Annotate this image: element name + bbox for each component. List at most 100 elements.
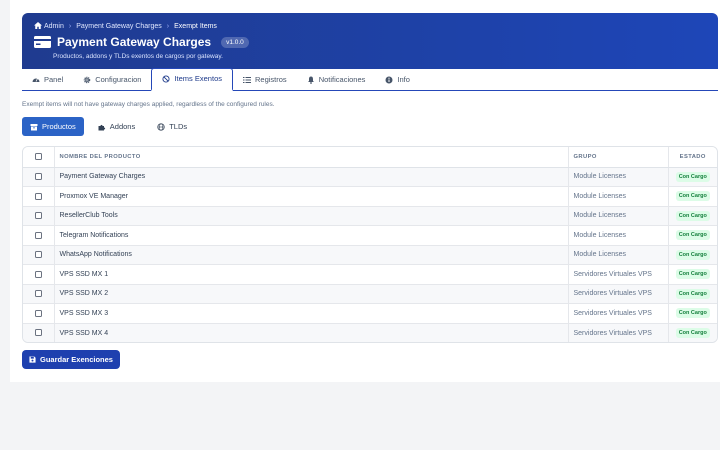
- version-badge: v1.0.0: [221, 36, 249, 48]
- table-row[interactable]: VPS SSD MX 1 Servidores Virtuales VPS Con …: [23, 264, 717, 285]
- table-row[interactable]: VPS SSD MX 3 Servidores Virtuales VPS Con …: [23, 303, 717, 324]
- table-row[interactable]: WhatsApp Notifications Module Licenses Con…: [23, 245, 717, 265]
- breadcrumb-separator: ›: [68, 22, 72, 30]
- status-cell: Con Cargo: [668, 186, 717, 207]
- product-group: Servidores Virtuales VPS: [568, 303, 669, 324]
- column-header-status[interactable]: ESTADO: [668, 147, 717, 168]
- tab-info[interactable]: Info: [375, 69, 420, 90]
- product-name: Proxmox VE Manager: [54, 186, 569, 207]
- product-name: VPS SSD MX 3: [54, 303, 569, 324]
- table-row[interactable]: VPS SSD MX 2 Servidores Virtuales VPS Con …: [23, 284, 717, 304]
- breadcrumb-home[interactable]: Admin: [34, 22, 64, 30]
- row-checkbox[interactable]: [34, 329, 42, 337]
- product-group: Servidores Virtuales VPS: [568, 264, 669, 285]
- breadcrumb-parent[interactable]: Payment Gateway Charges: [76, 23, 162, 30]
- status-badge: Con Cargo: [675, 230, 710, 241]
- row-checkbox[interactable]: [34, 290, 42, 298]
- row-checkbox[interactable]: [34, 173, 42, 181]
- product-name: VPS SSD MX 2: [54, 284, 569, 304]
- exempt-notice: Exempt items will not have gateway charg…: [22, 101, 275, 108]
- row-select-cell: [23, 225, 55, 246]
- page-title: Payment Gateway Charges: [57, 35, 212, 49]
- table-row[interactable]: Proxmox VE Manager Module Licenses Con Car…: [23, 186, 717, 207]
- product-group: Servidores Virtuales VPS: [568, 323, 669, 342]
- table-header-row: NOMBRE DEL PRODUCTO GRUPO ESTADO: [23, 147, 717, 168]
- table-body: Payment Gateway Charges Module Licenses Co…: [23, 167, 717, 342]
- home-icon: [34, 22, 42, 29]
- row-select-cell: [23, 245, 55, 265]
- row-checkbox[interactable]: [34, 251, 42, 259]
- product-group: Module Licenses: [568, 206, 669, 226]
- row-select-cell: [23, 323, 55, 342]
- puzzle-icon: [98, 124, 105, 130]
- ban-icon: [162, 75, 171, 83]
- product-name: WhatsApp Notifications: [54, 245, 569, 265]
- title-row: Payment Gateway Charges v1.0.0: [34, 35, 249, 49]
- row-checkbox[interactable]: [34, 309, 42, 317]
- credit-card-icon: [34, 36, 51, 48]
- select-all-cell: [23, 147, 55, 168]
- list-icon: [243, 76, 251, 83]
- row-checkbox[interactable]: [34, 231, 42, 239]
- status-cell: Con Cargo: [668, 167, 717, 187]
- status-badge: Con Cargo: [675, 269, 710, 280]
- row-select-cell: [23, 186, 55, 207]
- row-select-cell: [23, 284, 55, 304]
- product-name: VPS SSD MX 1: [54, 264, 569, 285]
- status-badge: Con Cargo: [675, 171, 710, 182]
- row-checkbox[interactable]: [34, 212, 42, 220]
- pill-productos[interactable]: Productos: [22, 117, 84, 136]
- breadcrumb: Admin › Payment Gateway Charges › Exempt…: [34, 22, 217, 30]
- status-badge: Con Cargo: [675, 249, 710, 260]
- row-checkbox[interactable]: [34, 192, 42, 200]
- status-cell: Con Cargo: [668, 264, 717, 285]
- status-cell: Con Cargo: [668, 284, 717, 304]
- product-name: ResellerClub Tools: [54, 206, 569, 226]
- table-row[interactable]: Telegram Notifications Module Licenses Con…: [23, 225, 717, 246]
- status-cell: Con Cargo: [668, 225, 717, 246]
- info-icon: [385, 76, 393, 83]
- status-badge: Con Cargo: [675, 210, 710, 221]
- row-checkbox[interactable]: [34, 270, 42, 278]
- product-group: Module Licenses: [568, 167, 669, 187]
- row-select-cell: [23, 206, 55, 226]
- tab-configuracion[interactable]: Configuracion: [73, 69, 151, 90]
- product-group: Servidores Virtuales VPS: [568, 284, 669, 304]
- table-row[interactable]: ResellerClub Tools Module Licenses Con Car…: [23, 206, 717, 226]
- product-name: VPS SSD MX 4: [54, 323, 569, 342]
- box-icon: [30, 123, 38, 130]
- row-select-cell: [23, 167, 55, 187]
- column-header-name[interactable]: NOMBRE DEL PRODUCTO: [54, 147, 569, 168]
- product-name: Telegram Notifications: [54, 225, 569, 246]
- tab-bar: Panel Configuracion Items Exentos Regist…: [22, 68, 718, 91]
- gear-icon: [83, 76, 91, 83]
- column-header-group[interactable]: GRUPO: [568, 147, 669, 168]
- module-header: Admin › Payment Gateway Charges › Exempt…: [22, 13, 718, 69]
- page-subtitle: Productos, addons y TLDs exentos de carg…: [53, 53, 223, 60]
- status-badge: Con Cargo: [675, 328, 710, 338]
- globe-icon: [157, 122, 165, 131]
- tab-registros[interactable]: Registros: [233, 69, 297, 90]
- status-cell: Con Cargo: [668, 323, 717, 342]
- product-group: Module Licenses: [568, 245, 669, 265]
- status-cell: Con Cargo: [668, 303, 717, 324]
- select-all-checkbox[interactable]: [34, 153, 42, 161]
- pill-addons[interactable]: Addons: [90, 117, 143, 136]
- pill-tlds[interactable]: TLDs: [149, 117, 195, 136]
- row-select-cell: [23, 303, 55, 324]
- status-cell: Con Cargo: [668, 206, 717, 226]
- gauge-icon: [32, 77, 40, 82]
- tab-items-exentos[interactable]: Items Exentos: [151, 68, 233, 91]
- status-cell: Con Cargo: [668, 245, 717, 265]
- tab-notificaciones[interactable]: Notificaciones: [297, 69, 376, 90]
- product-group: Module Licenses: [568, 225, 669, 246]
- save-exemptions-button[interactable]: Guardar Exenciones: [22, 350, 120, 369]
- row-select-cell: [23, 264, 55, 285]
- table-row[interactable]: Payment Gateway Charges Module Licenses Co…: [23, 167, 717, 187]
- product-group: Module Licenses: [568, 186, 669, 207]
- status-badge: Con Cargo: [675, 191, 710, 202]
- tab-panel[interactable]: Panel: [22, 69, 73, 90]
- status-badge: Con Cargo: [675, 308, 710, 319]
- table-row[interactable]: VPS SSD MX 4 Servidores Virtuales VPS Con …: [23, 323, 717, 342]
- item-type-selector: Productos Addons TLDs: [22, 117, 195, 136]
